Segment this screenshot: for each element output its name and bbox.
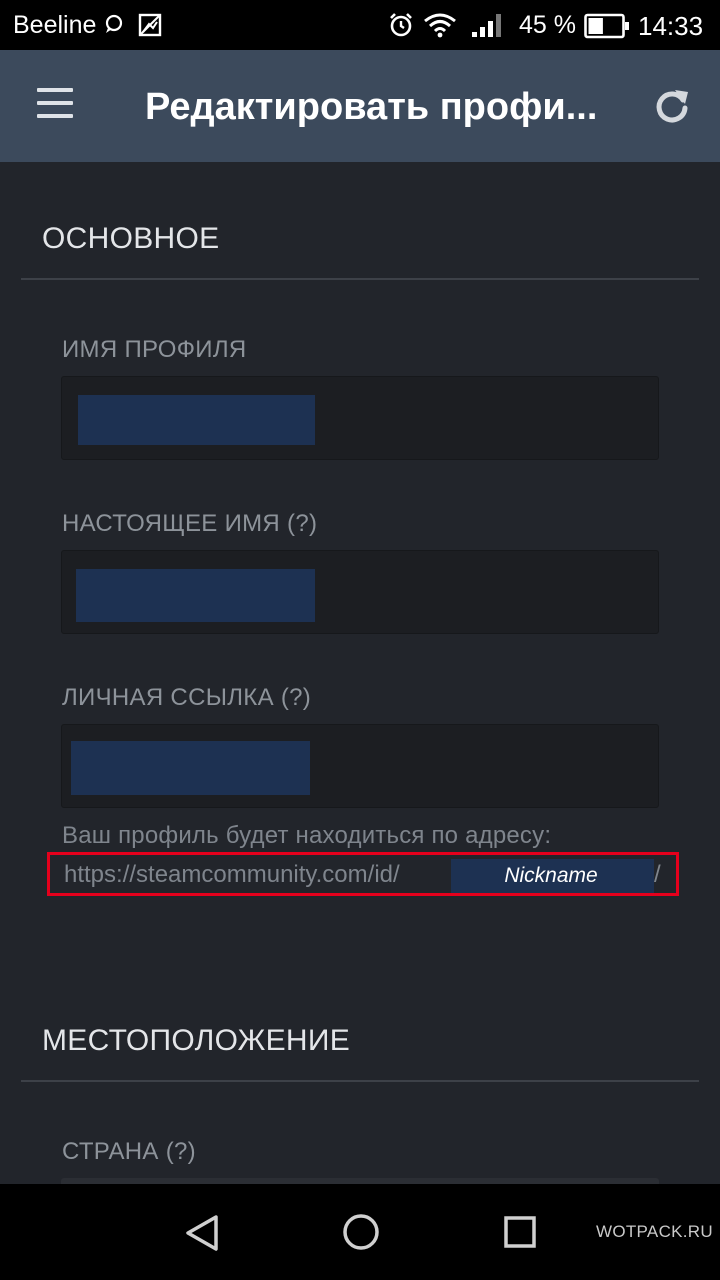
image-icon — [138, 13, 162, 42]
navigation-bar: WOTPACK.RU — [0, 1184, 720, 1280]
section-divider — [21, 1080, 699, 1082]
battery-icon — [584, 13, 630, 44]
redacted-value — [71, 741, 310, 795]
hamburger-menu-icon[interactable] — [34, 88, 74, 122]
custom-url-label: ЛИЧНАЯ ССЫЛКА (?) — [62, 684, 312, 711]
real-name-label: НАСТОЯЩЕЕ ИМЯ (?) — [62, 510, 318, 537]
custom-url-field[interactable] — [61, 724, 659, 808]
profile-url-highlight: https://steamcommunity.com/id/ Nickname … — [47, 852, 679, 896]
clock: 14:33 — [638, 11, 704, 41]
signal-icon — [470, 12, 504, 43]
app-bar: Редактировать профи... — [0, 50, 720, 162]
profile-name-field[interactable] — [61, 376, 659, 460]
redacted-value — [78, 395, 315, 445]
refresh-icon[interactable] — [652, 86, 692, 126]
back-triangle-icon[interactable] — [184, 1214, 220, 1257]
country-label: СТРАНА (?) — [62, 1138, 196, 1165]
profile-url-nickname: Nickname — [504, 864, 598, 887]
chat-bubble-icon — [104, 14, 124, 39]
carrier-name: Beeline — [13, 11, 97, 39]
section-divider — [21, 278, 699, 280]
page-title: Редактировать профи... — [145, 86, 598, 128]
section-title-location: МЕСТОПОЛОЖЕНИЕ — [42, 1024, 351, 1057]
status-bar: Beeline 45 % 14:33 — [0, 0, 720, 50]
alarm-icon — [388, 12, 414, 43]
edit-profile-form: ОСНОВНОЕ ИМЯ ПРОФИЛЯ НАСТОЯЩЕЕ ИМЯ (?) Л… — [0, 162, 720, 1184]
profile-url-prefix: https://steamcommunity.com/id/ — [64, 861, 400, 888]
home-circle-icon[interactable] — [342, 1213, 380, 1256]
nickname-overlay: Nickname — [451, 859, 654, 893]
url-hint-text: Ваш профиль будет находиться по адресу: — [62, 822, 552, 849]
recents-square-icon[interactable] — [503, 1215, 537, 1254]
watermark: WOTPACK.RU — [596, 1222, 713, 1241]
wifi-icon — [423, 12, 457, 43]
section-title-basic: ОСНОВНОЕ — [42, 222, 220, 255]
battery-percent: 45 % — [519, 11, 576, 39]
real-name-field[interactable] — [61, 550, 659, 634]
profile-name-label: ИМЯ ПРОФИЛЯ — [62, 336, 247, 363]
redacted-value — [76, 569, 315, 622]
profile-url-suffix: / — [654, 861, 661, 888]
